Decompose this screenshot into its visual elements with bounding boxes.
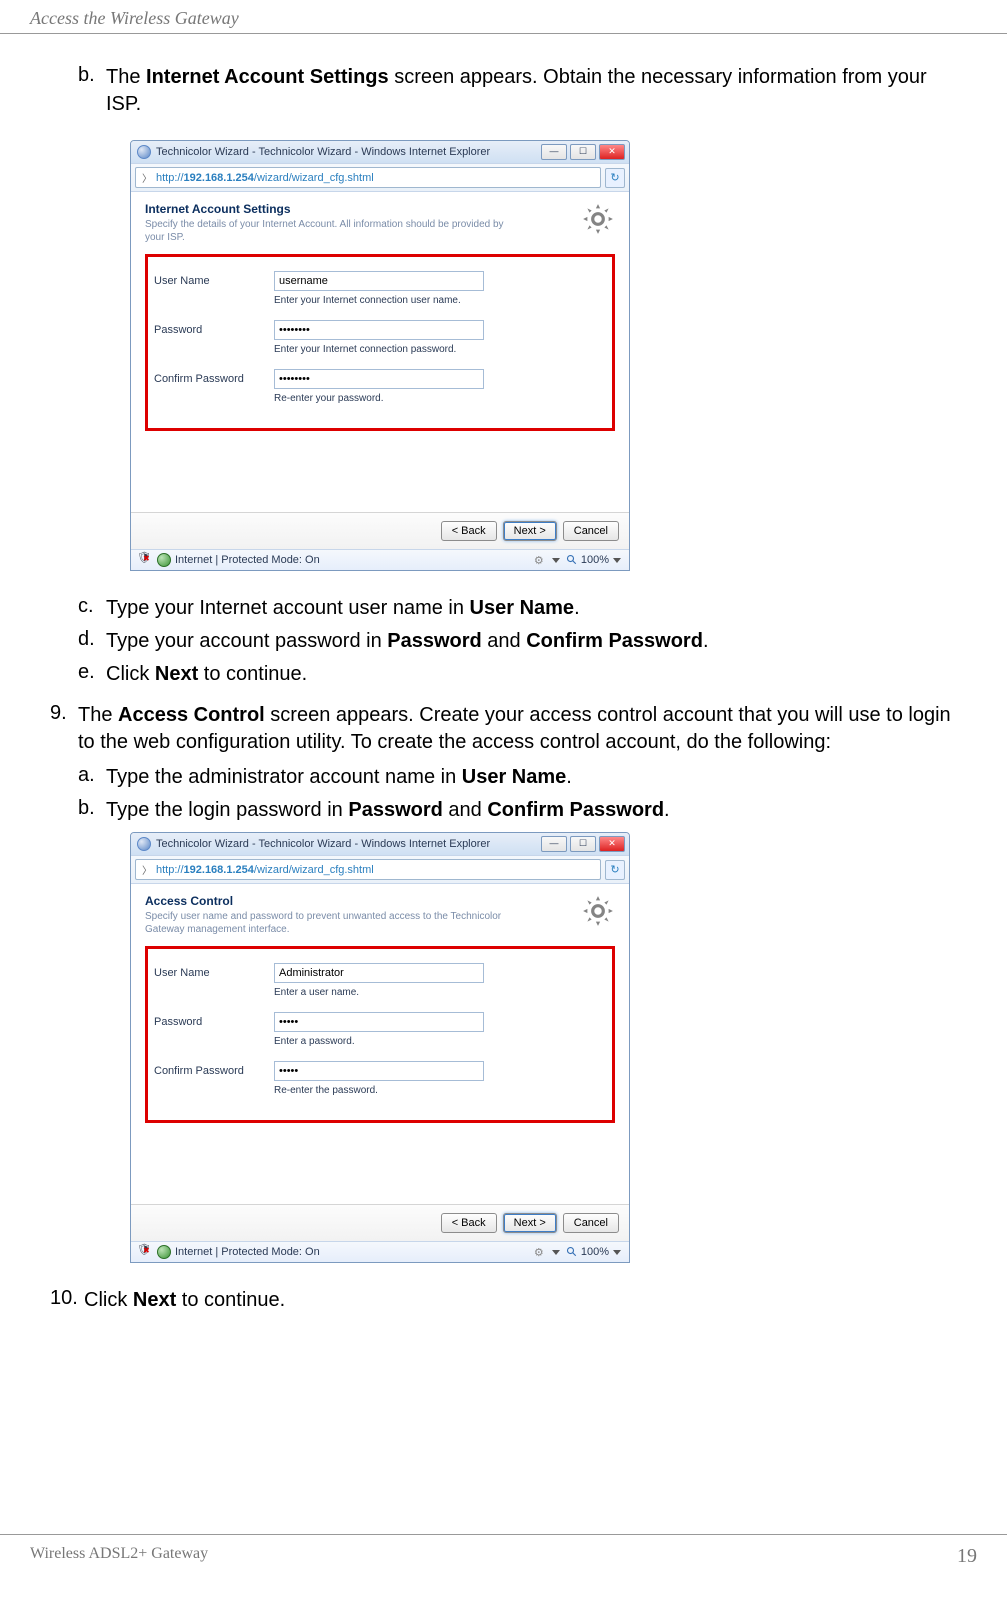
zoom-value: 100% [581,554,609,566]
zoom-icon[interactable] [566,554,578,566]
step-d-text: Type your account password in Password a… [106,628,709,655]
page-options-icon[interactable]: ⚙ [534,554,544,567]
confirm-password-field[interactable] [274,369,484,389]
step-e-text: Click Next to continue. [106,661,307,688]
confirm-password-label: Confirm Password [154,369,274,385]
ie-favicon [137,837,151,851]
refresh-icon[interactable]: ↻ [605,168,625,188]
page-content: b. The Internet Account Settings screen … [0,34,1007,1534]
step-9b-text: Type the login password in Password and … [106,797,670,824]
shield-icon [139,1245,153,1259]
username-hint: Enter a user name. [274,987,606,998]
gear-icon [581,202,615,236]
close-button[interactable]: ✕ [599,144,625,160]
bullet-9a: a. [78,764,106,791]
password-hint: Enter a password. [274,1036,606,1047]
window-titlebar: Technicolor Wizard - Technicolor Wizard … [131,141,629,163]
bullet-e: e. [78,661,106,688]
window-titlebar: Technicolor Wizard - Technicolor Wizard … [131,833,629,855]
next-button[interactable]: Next > [503,521,557,541]
shield-icon [139,553,153,567]
footer-left: Wireless ADSL2+ Gateway [30,1545,208,1568]
confirm-password-hint: Re-enter the password. [274,1085,606,1096]
step-b-text: The Internet Account Settings screen app… [106,64,957,118]
cancel-button[interactable]: Cancel [563,521,619,541]
bullet-b: b. [78,64,106,118]
minimize-button[interactable]: — [541,836,567,852]
status-text: Internet | Protected Mode: On [175,1246,320,1258]
username-label: User Name [154,963,274,979]
password-label: Password [154,1012,274,1028]
refresh-icon[interactable]: ↻ [605,860,625,880]
step-9a-text: Type the administrator account name in U… [106,764,572,791]
bullet-c: c. [78,595,106,622]
wizard-title: Access Control [145,894,581,908]
status-text: Internet | Protected Mode: On [175,554,320,566]
minimize-button[interactable]: — [541,144,567,160]
cancel-button[interactable]: Cancel [563,1213,619,1233]
confirm-password-hint: Re-enter your password. [274,393,606,404]
chevron-down-icon [613,558,621,563]
username-field[interactable] [274,271,484,291]
username-hint: Enter your Internet connection user name… [274,295,606,306]
back-button[interactable]: < Back [441,1213,497,1233]
maximize-button[interactable]: ☐ [570,836,596,852]
page-options-icon[interactable]: ⚙ [534,1246,544,1259]
chevron-down-icon [552,1250,560,1255]
bullet-9b: b. [78,797,106,824]
password-field[interactable] [274,1012,484,1032]
step-9-text: The Access Control screen appears. Creat… [78,702,957,756]
screenshot-access-control: Technicolor Wizard - Technicolor Wizard … [130,832,630,1263]
header-title: Access the Wireless Gateway [30,8,239,28]
zoom-icon[interactable] [566,1246,578,1258]
address-bar[interactable]: 〉 http://192.168.1.254/wizard/wizard_cfg… [135,167,601,188]
ie-favicon [137,145,151,159]
bullet-9: 9. [50,702,78,756]
close-button[interactable]: ✕ [599,836,625,852]
chevron-down-icon [552,558,560,563]
back-button[interactable]: < Back [441,521,497,541]
page-header: Access the Wireless Gateway [0,0,1007,34]
screenshot-internet-account-settings: Technicolor Wizard - Technicolor Wizard … [130,140,630,571]
password-field[interactable] [274,320,484,340]
username-field[interactable] [274,963,484,983]
wizard-subtitle: Specify the details of your Internet Acc… [145,218,505,244]
step-10-text: Click Next to continue. [84,1287,285,1314]
bullet-d: d. [78,628,106,655]
highlight-box: User Name Enter a user name. Password En… [145,946,615,1123]
step-c-text: Type your Internet account user name in … [106,595,580,622]
page-footer: Wireless ADSL2+ Gateway 19 [0,1534,1007,1580]
next-button[interactable]: Next > [503,1213,557,1233]
page-number: 19 [957,1545,977,1568]
wizard-title: Internet Account Settings [145,202,581,216]
password-hint: Enter your Internet connection password. [274,344,606,355]
globe-icon [157,553,171,567]
password-label: Password [154,320,274,336]
address-bar[interactable]: 〉 http://192.168.1.254/wizard/wizard_cfg… [135,859,601,880]
bullet-10: 10. [50,1287,84,1314]
confirm-password-label: Confirm Password [154,1061,274,1077]
window-title: Technicolor Wizard - Technicolor Wizard … [156,838,541,850]
maximize-button[interactable]: ☐ [570,144,596,160]
highlight-box: User Name Enter your Internet connection… [145,254,615,431]
zoom-value: 100% [581,1246,609,1258]
globe-icon [157,1245,171,1259]
back-icon: 〉 [142,862,152,877]
gear-icon [581,894,615,928]
window-title: Technicolor Wizard - Technicolor Wizard … [156,146,541,158]
chevron-down-icon [613,1250,621,1255]
wizard-subtitle: Specify user name and password to preven… [145,910,505,936]
back-icon: 〉 [142,170,152,185]
username-label: User Name [154,271,274,287]
confirm-password-field[interactable] [274,1061,484,1081]
